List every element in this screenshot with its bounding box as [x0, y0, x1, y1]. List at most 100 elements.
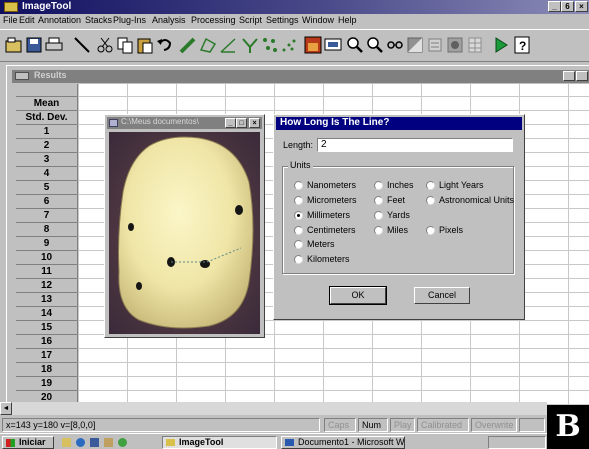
color-icon[interactable]	[445, 35, 465, 55]
open-icon[interactable]	[4, 35, 24, 55]
image-minimize-button[interactable]: _	[225, 118, 236, 128]
pencil-icon[interactable]	[178, 35, 198, 55]
row-number[interactable]: 5	[16, 181, 78, 195]
dialog-title-bar[interactable]: How Long Is The Line?	[276, 117, 522, 130]
start-button[interactable]: Iniciar	[2, 436, 54, 449]
cut-icon[interactable]	[95, 35, 115, 55]
restore-button[interactable]: 6	[561, 1, 574, 12]
row-number[interactable]: 15	[16, 321, 78, 335]
quick-launch-icon[interactable]	[118, 438, 127, 447]
radio-inches[interactable]	[374, 181, 383, 190]
radio-feet[interactable]	[374, 196, 383, 205]
menu-stacks[interactable]: Stacks	[85, 15, 112, 25]
image-close-button[interactable]: ×	[249, 118, 260, 128]
line-tool-icon[interactable]	[72, 35, 92, 55]
row-number[interactable]: 4	[16, 167, 78, 181]
menu-script[interactable]: Script	[239, 15, 262, 25]
grid-icon[interactable]	[465, 35, 485, 55]
quick-launch-icons[interactable]	[60, 437, 160, 448]
horizontal-scrollbar[interactable]: ◄	[0, 402, 589, 415]
radio-millimeters[interactable]	[294, 211, 303, 220]
display-icon[interactable]	[323, 35, 343, 55]
results-restore-button[interactable]	[576, 71, 588, 81]
image-window-title-bar[interactable]: C:\Meus documentos\ _ □ ×	[107, 117, 262, 129]
row-number[interactable]: 6	[16, 195, 78, 209]
menu-file[interactable]: File	[3, 15, 18, 25]
row-number[interactable]: 9	[16, 237, 78, 251]
menu-edit[interactable]: Edit	[19, 15, 35, 25]
length-input[interactable]: 2	[317, 138, 513, 152]
row-number[interactable]: 1	[16, 125, 78, 139]
row-number[interactable]: 12	[16, 279, 78, 293]
quick-launch-icon[interactable]	[90, 438, 99, 447]
cancel-button[interactable]: Cancel	[414, 287, 470, 304]
minimize-button[interactable]: _	[548, 1, 561, 12]
row-number[interactable]: 18	[16, 363, 78, 377]
scroll-left-button[interactable]: ◄	[0, 402, 12, 415]
menu-help[interactable]: Help	[338, 15, 357, 25]
quick-launch-icon[interactable]	[62, 438, 71, 447]
radio-centimeters[interactable]	[294, 226, 303, 235]
help-icon[interactable]: ?	[512, 35, 532, 55]
header-row-label[interactable]: Std. Dev.	[16, 111, 78, 125]
menu-annotation[interactable]: Annotation	[38, 15, 81, 25]
close-button[interactable]: ×	[575, 1, 588, 12]
radio-miles[interactable]	[374, 226, 383, 235]
menu-processing[interactable]: Processing	[191, 15, 236, 25]
row-number[interactable]: 10	[16, 251, 78, 265]
header-row-label[interactable]: Mean	[16, 97, 78, 111]
histogram-icon[interactable]	[303, 35, 323, 55]
image-maximize-button[interactable]: □	[236, 118, 247, 128]
line-length-dialog[interactable]: How Long Is The Line? Length: 2 Units Na…	[273, 114, 525, 320]
radio-nanometers[interactable]	[294, 181, 303, 190]
radio-astronomical-units[interactable]	[426, 196, 435, 205]
radio-light-years[interactable]	[426, 181, 435, 190]
angle-icon[interactable]	[218, 35, 238, 55]
task-imagetool[interactable]: ImageTool	[162, 436, 277, 449]
tree-icon[interactable]	[240, 35, 260, 55]
row-number[interactable]: 2	[16, 139, 78, 153]
image-window[interactable]: C:\Meus documentos\ _ □ ×	[104, 114, 265, 338]
row-number[interactable]: 16	[16, 335, 78, 349]
particles-icon[interactable]	[260, 35, 280, 55]
radio-micrometers[interactable]	[294, 196, 303, 205]
row-number[interactable]: 7	[16, 209, 78, 223]
scroll-track[interactable]	[12, 402, 547, 415]
ok-button[interactable]: OK	[329, 286, 387, 305]
task-word-document[interactable]: Documento1 - Microsoft W	[281, 436, 405, 449]
row-number[interactable]: 13	[16, 293, 78, 307]
gradient-icon[interactable]	[405, 35, 425, 55]
row-number[interactable]: 19	[16, 377, 78, 391]
row-number[interactable]: 3	[16, 153, 78, 167]
zoom-out-icon[interactable]	[365, 35, 385, 55]
paste-icon[interactable]	[135, 35, 155, 55]
system-tray[interactable]	[488, 436, 546, 449]
row-number[interactable]: 17	[16, 349, 78, 363]
radio-kilometers[interactable]	[294, 255, 303, 264]
row-number[interactable]: 8	[16, 223, 78, 237]
copy-icon[interactable]	[115, 35, 135, 55]
radio-meters[interactable]	[294, 240, 303, 249]
row-number[interactable]: 14	[16, 307, 78, 321]
menu-settings[interactable]: Settings	[266, 15, 299, 25]
print-icon[interactable]	[44, 35, 64, 55]
scatter-icon[interactable]	[280, 35, 300, 55]
zoom-in-icon[interactable]	[345, 35, 365, 55]
layers-icon[interactable]	[425, 35, 445, 55]
play-icon[interactable]	[491, 35, 511, 55]
tooth-image[interactable]	[109, 132, 260, 334]
link-icon[interactable]	[385, 35, 405, 55]
quick-launch-icon[interactable]	[104, 438, 113, 447]
save-icon[interactable]	[24, 35, 44, 55]
app-title-bar[interactable]: ImageTool _ 6 ×	[0, 0, 589, 14]
menu-analysis[interactable]: Analysis	[152, 15, 186, 25]
results-title-bar[interactable]: Results	[12, 70, 589, 83]
undo-icon[interactable]	[155, 35, 175, 55]
menu-window[interactable]: Window	[302, 15, 334, 25]
quick-launch-icon[interactable]	[76, 438, 85, 447]
radio-yards[interactable]	[374, 211, 383, 220]
polygon-icon[interactable]	[198, 35, 218, 55]
row-number[interactable]: 11	[16, 265, 78, 279]
radio-pixels[interactable]	[426, 226, 435, 235]
results-minimize-button[interactable]	[563, 71, 575, 81]
